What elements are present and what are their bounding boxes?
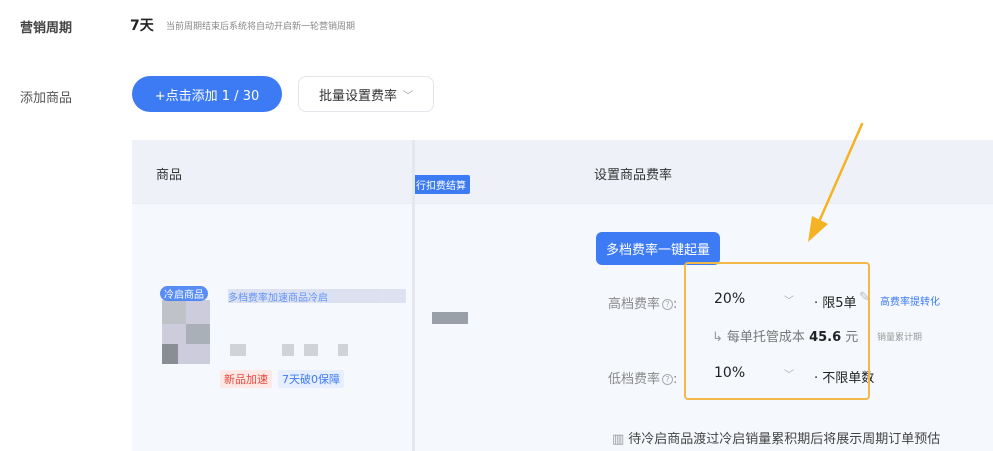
high-rate-conversion-tip: 高费率提转化: [880, 297, 940, 308]
new-product-badge: 新品加速: [220, 370, 272, 388]
batch-rate-label: 批量设置费率: [318, 88, 397, 104]
cold-start-tag: 冷启商品: [160, 286, 208, 301]
chevron-down-icon: ﹀: [403, 90, 413, 102]
highlight-box: [684, 262, 870, 400]
multi-rate-button[interactable]: 多档费率一键起量: [596, 232, 721, 265]
column-header-rate: 设置商品费率: [594, 168, 673, 183]
column-divider: [412, 140, 415, 451]
product-detail-blur: [304, 344, 318, 356]
annotation-arrow-icon: [808, 122, 864, 242]
period-note: 当前周期结束后系统将自动开启新一轮营销周期: [166, 22, 356, 32]
add-product-label: 添加商品: [20, 91, 73, 106]
period-value: 7天: [130, 18, 154, 34]
product-detail-blur: [230, 344, 246, 356]
period-label: 营销周期: [20, 21, 73, 36]
add-product-button[interactable]: +点击添加 1 / 30: [132, 76, 282, 112]
low-rate-label: 低档费率?:: [608, 372, 678, 387]
column-header-product: 商品: [156, 168, 183, 183]
footer-note: ▥ 待冷启商品渡过冷启销量累积期后将展示周期订单预估: [612, 428, 940, 447]
product-detail-blur: [338, 344, 348, 356]
help-icon[interactable]: ?: [662, 299, 674, 310]
low-rate-label-text: 低档费率: [608, 372, 661, 387]
product-name[interactable]: 多档费率加速商品冷启: [228, 289, 406, 303]
batch-rate-dropdown[interactable]: 批量设置费率 ﹀: [298, 76, 434, 112]
product-detail-blur: [282, 344, 294, 356]
high-rate-label-text: 高档费率: [608, 297, 661, 312]
cost-period-note: 销量累计期: [877, 333, 923, 343]
column-header-billing-badge: 行扣费结算: [412, 175, 470, 194]
billing-value-blur: [432, 312, 468, 324]
product-thumbnail: [162, 300, 210, 364]
high-rate-label: 高档费率?:: [608, 297, 678, 312]
chart-icon: ▥: [612, 432, 625, 447]
footer-note-text: 待冷启商品渡过冷启销量累积期后将展示周期订单预估: [628, 432, 941, 447]
guarantee-badge: 7天破0保障: [278, 370, 344, 388]
help-icon[interactable]: ?: [662, 374, 674, 385]
